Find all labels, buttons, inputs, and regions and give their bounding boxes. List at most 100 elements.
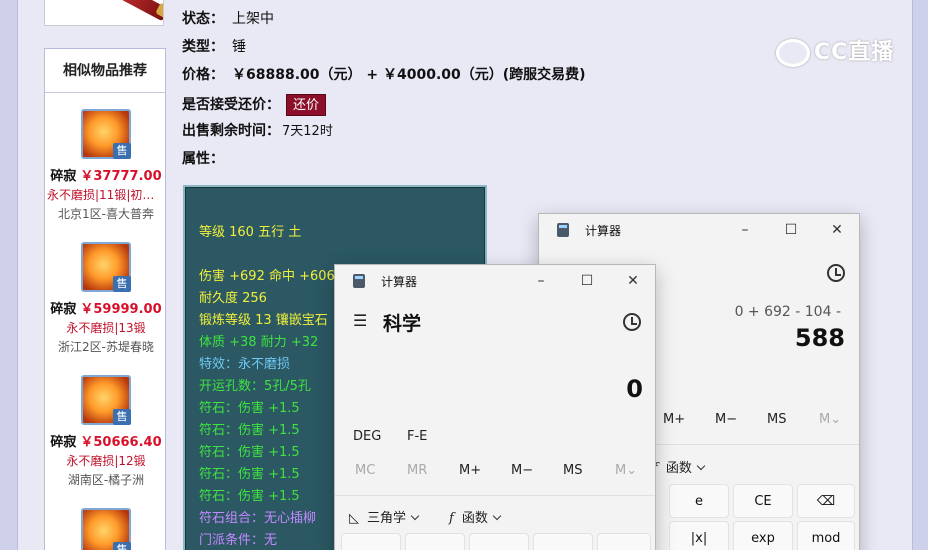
cc-logo-icon <box>776 39 810 67</box>
hammer-item-icon[interactable]: 售 <box>81 109 131 159</box>
calculator-app-icon <box>557 223 569 237</box>
time-left-row: 出售剩余时间： 7天12时 <box>182 120 333 142</box>
hammer-item-icon[interactable]: 售 <box>81 242 131 292</box>
similar-item-name: 碎寂 <box>50 169 77 184</box>
similar-item-attrs: 永不磨损|11锻|初伤… <box>47 188 165 202</box>
attributes-label: 属性： <box>182 151 224 167</box>
angle-unit-button[interactable]: DEG <box>353 429 381 444</box>
key-backspace[interactable] <box>597 533 651 550</box>
memory-list-button[interactable]: M⌄ <box>615 463 637 478</box>
close-button[interactable]: ✕ <box>825 220 849 240</box>
similar-item-price: ￥50666.40 <box>80 435 162 450</box>
triangle-ruler-icon: ◺ <box>349 511 359 526</box>
fixed-exponent-button[interactable]: F-E <box>407 429 427 444</box>
status-label: 状态： <box>182 11 224 27</box>
attr-runestone: 符石：伤害 +1.5 <box>199 401 300 416</box>
history-icon[interactable] <box>827 264 845 282</box>
similar-item[interactable]: 售 碎寂 ￥37777.00 永不磨损|11锻|初伤… 北京1区-喜大普奔 <box>45 109 167 222</box>
similar-item-attrs: 永不磨损|12锻 <box>66 454 146 468</box>
key-exp[interactable]: exp <box>733 521 793 550</box>
key-e[interactable] <box>469 533 529 550</box>
calculator-app-icon <box>353 274 365 288</box>
similar-item-name: 碎寂 <box>50 302 77 317</box>
similar-item-attrs: 永不磨损|13锻 <box>66 321 146 335</box>
item-thumbnail <box>44 0 164 26</box>
time-left-value: 7天12时 <box>282 124 333 139</box>
sell-badge: 售 <box>113 276 131 292</box>
attr-runestone: 符石：伤害 +1.5 <box>199 467 300 482</box>
attr-stats: 体质 +38 耐力 +32 <box>199 335 319 350</box>
attr-slots: 开运孔数：5孔/5孔 <box>199 379 311 394</box>
calculator-result: 0 <box>626 375 643 403</box>
key-mod[interactable]: mod <box>797 521 855 550</box>
hammer-item-icon[interactable]: 售 <box>81 375 131 425</box>
calculator-mode-title: 科学 <box>383 313 422 335</box>
calculator-titlebar[interactable]: 计算器 – ☐ ✕ <box>335 265 655 297</box>
memory-clear-button[interactable]: MC <box>355 463 375 478</box>
memory-list-button[interactable]: M⌄ <box>819 412 841 427</box>
sell-badge: 售 <box>113 409 131 425</box>
hammer-item-icon[interactable]: 售 <box>81 508 131 550</box>
function-icon: f <box>449 511 454 526</box>
key-backspace[interactable]: ⌫ <box>797 484 855 518</box>
memory-add-button[interactable]: M+ <box>459 463 481 478</box>
memory-add-button[interactable]: M+ <box>663 412 685 427</box>
calculator-title: 计算器 <box>381 275 418 289</box>
calculator-titlebar[interactable]: 计算器 – ☐ ✕ <box>539 214 859 246</box>
counter-offer-row: 是否接受还价： 还价 <box>182 94 327 116</box>
watermark-text: CC直播 <box>814 40 895 65</box>
counter-offer-label: 是否接受还价： <box>182 97 280 113</box>
similar-item[interactable]: 售 碎寂 ￥50666.40 永不磨损|12锻 湖南区-橘子洲 <box>45 375 167 488</box>
price-value: ￥68888.00（元） + ￥4000.00（元）(跨服交易费) <box>232 67 586 83</box>
calculator-window-front[interactable]: 计算器 – ☐ ✕ ☰ 科学 0 DEG F-E MC MR M+ M− MS … <box>334 264 656 550</box>
key-abs[interactable]: |x| <box>669 521 729 550</box>
attr-level-element: 等级 160 五行 土 <box>199 225 302 240</box>
attr-sect-requirement: 门派条件：无 <box>199 533 278 548</box>
sell-badge: 售 <box>113 143 131 159</box>
similar-item-server: 湖南区-橘子洲 <box>67 473 145 487</box>
maximize-button[interactable]: ☐ <box>575 271 599 291</box>
attr-runestone: 符石：伤害 +1.5 <box>199 489 300 504</box>
memory-recall-button[interactable]: MR <box>407 463 427 478</box>
counter-offer-button[interactable]: 还价 <box>286 94 327 116</box>
attr-durability: 耐久度 256 <box>199 291 267 306</box>
key-e[interactable]: e <box>669 484 729 518</box>
memory-subtract-button[interactable]: M− <box>511 463 533 478</box>
maximize-button[interactable]: ☐ <box>779 220 803 240</box>
function-dropdown[interactable]: f函数 <box>653 457 706 476</box>
similar-items-panel: 相似物品推荐 售 碎寂 ￥37777.00 永不磨损|11锻|初伤… 北京1区-喜… <box>44 48 166 550</box>
attr-damage-hit: 伤害 +692 命中 +606 <box>199 269 335 284</box>
minimize-button[interactable]: – <box>733 220 757 240</box>
attr-runestone: 符石：伤害 +1.5 <box>199 423 300 438</box>
type-row: 类型： 锤 <box>182 36 246 58</box>
memory-subtract-button[interactable]: M− <box>715 412 737 427</box>
attr-special-effect: 特效：永不磨损 <box>199 357 291 372</box>
price-label: 价格： <box>182 67 224 83</box>
attr-runestone-combo: 符石组合：无心插柳 <box>199 511 317 526</box>
key-clear[interactable] <box>533 533 593 550</box>
navigation-menu-icon[interactable]: ☰ <box>353 311 367 330</box>
status-row: 状态： 上架中 <box>182 8 274 30</box>
function-dropdown-label: 函数 <box>665 461 692 476</box>
key-pi[interactable] <box>405 533 465 550</box>
trigonometry-dropdown-label: 三角学 <box>367 511 407 526</box>
function-dropdown-label: 函数 <box>461 511 488 526</box>
history-icon[interactable] <box>623 313 641 331</box>
calculator-result: 588 <box>794 324 845 352</box>
key-square[interactable] <box>341 533 401 550</box>
trigonometry-dropdown[interactable]: ◺ 三角学 <box>349 507 420 526</box>
close-button[interactable]: ✕ <box>621 271 645 291</box>
function-dropdown[interactable]: f 函数 <box>449 507 502 526</box>
memory-store-button[interactable]: MS <box>563 463 582 478</box>
attr-forge-level: 锻炼等级 13 镶嵌宝石 <box>199 313 328 328</box>
similar-item-server: 浙江2区-苏堤春晓 <box>58 340 154 354</box>
key-clear-entry[interactable]: CE <box>733 484 793 518</box>
similar-items-heading: 相似物品推荐 <box>45 49 165 93</box>
type-label: 类型： <box>182 39 224 55</box>
similar-item-price: ￥59999.00 <box>80 302 162 317</box>
minimize-button[interactable]: – <box>529 271 553 291</box>
price-row: 价格： ￥68888.00（元） + ￥4000.00（元）(跨服交易费) <box>182 64 586 86</box>
similar-item[interactable]: 售 <box>45 508 167 550</box>
similar-item[interactable]: 售 碎寂 ￥59999.00 永不磨损|13锻 浙江2区-苏堤春晓 <box>45 242 167 355</box>
memory-store-button[interactable]: MS <box>767 412 786 427</box>
